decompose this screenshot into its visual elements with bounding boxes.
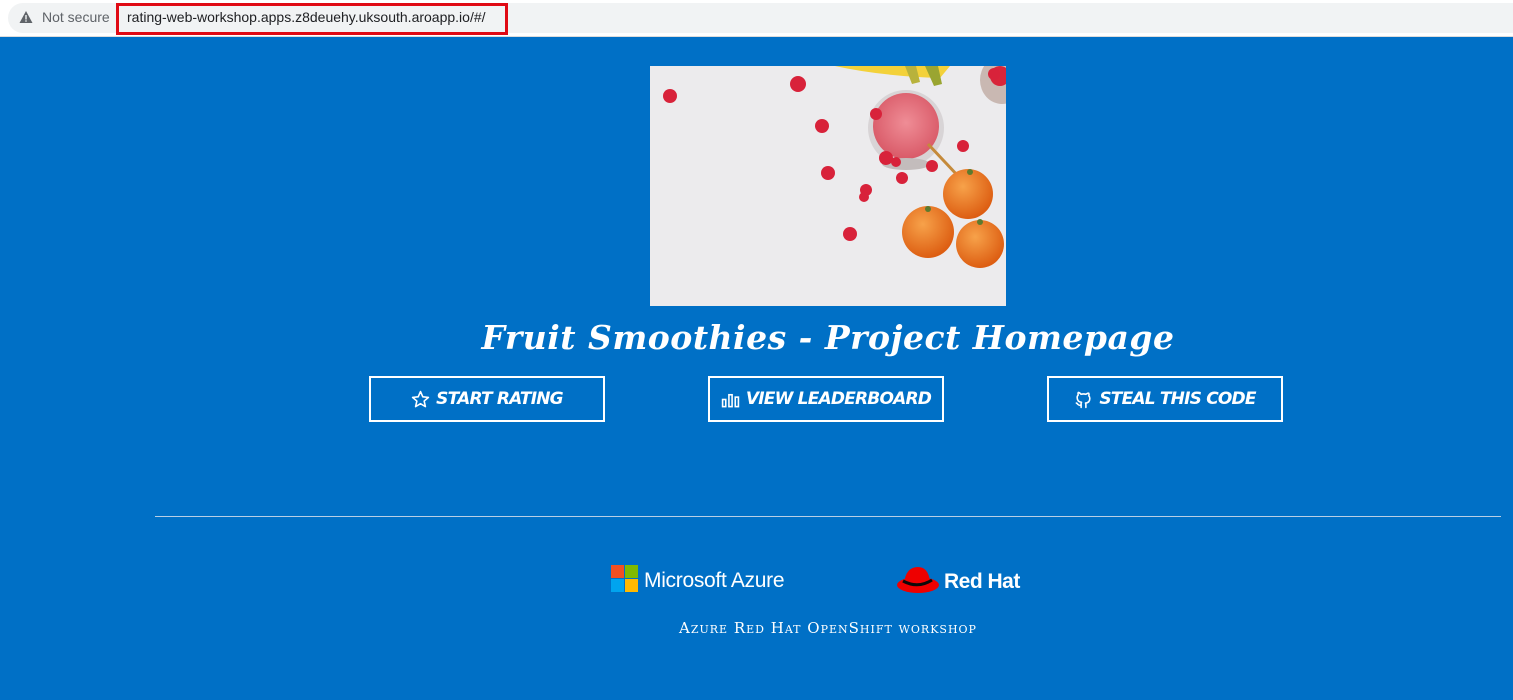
hero-image: [650, 66, 1006, 306]
warning-triangle-icon[interactable]: [19, 10, 33, 24]
steal-this-code-button[interactable]: STEAL THIS CODE: [1047, 376, 1283, 422]
url-text[interactable]: rating-web-workshop.apps.z8deuehy.uksout…: [127, 9, 486, 25]
red-hat-logo: Red Hat: [896, 563, 1020, 600]
red-fedora-icon: [896, 563, 940, 600]
workshop-caption: Azure Red Hat OpenShift workshop: [679, 619, 977, 637]
red-hat-logo-text: Red Hat: [944, 569, 1020, 593]
microsoft-azure-logo: Microsoft Azure: [611, 565, 785, 597]
steal-this-code-label: STEAL THIS CODE: [1099, 389, 1256, 409]
view-leaderboard-label: VIEW LEADERBOARD: [745, 389, 932, 409]
azure-logo-text: Microsoft Azure: [644, 569, 785, 592]
footer-divider: [155, 516, 1501, 517]
bar-chart-icon: [721, 390, 740, 409]
start-rating-button[interactable]: START RATING: [369, 376, 605, 422]
microsoft-windows-icon: [611, 565, 638, 597]
browser-address-bar: Not secure rating-web-workshop.apps.z8de…: [0, 0, 1513, 37]
page-title: Fruit Smoothies - Project Homepage: [481, 318, 1175, 357]
view-leaderboard-button[interactable]: VIEW LEADERBOARD: [708, 376, 944, 422]
security-status-label[interactable]: Not secure: [42, 9, 110, 25]
start-rating-label: START RATING: [436, 389, 563, 409]
github-icon: [1074, 390, 1093, 409]
star-icon: [411, 390, 430, 409]
